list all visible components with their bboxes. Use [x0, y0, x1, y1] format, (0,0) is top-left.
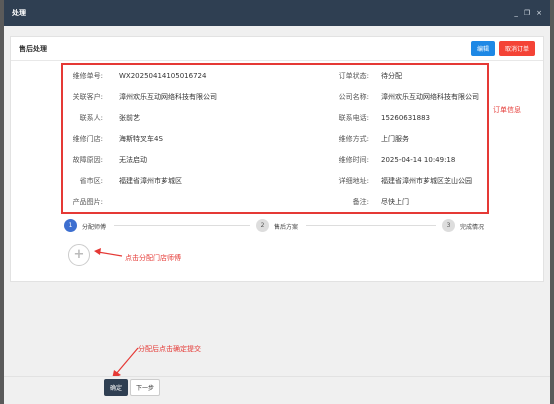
info-row: 省市区: 福建省漳州市芗城区 详细地址: 福建省漳州市芗城区芝山公园 [63, 170, 487, 192]
assign-technician-annotation: 点击分配门店师傅 [125, 254, 181, 262]
info-value: 漳州欢乐互动网络科技有限公司 [381, 93, 479, 101]
info-value: WX20250414105016724 [119, 72, 207, 80]
submit-annotation: 分配后点击确定提交 [138, 345, 201, 353]
info-value: 福建省漳州市芗城区 [119, 177, 182, 185]
annotation-arrow-icon [94, 248, 123, 257]
info-value: 无法启动 [119, 156, 147, 164]
info-value: 海斯特叉车4S [119, 135, 163, 143]
step-divider [306, 225, 436, 226]
add-technician-button[interactable]: + [68, 244, 90, 266]
step-1-circle[interactable]: 1 [64, 219, 77, 232]
info-value: 张前艺 [119, 114, 140, 122]
step-divider [114, 225, 250, 226]
step-3-label: 完成情况 [460, 224, 485, 231]
info-label: 联系电话: [338, 114, 369, 122]
info-row: 产品图片: 备注: 尽快上门 [63, 191, 487, 213]
info-label: 维修单号: [72, 72, 103, 80]
info-row: 维修单号: WX20250414105016724 订单状态: 待分配 [63, 65, 487, 87]
info-label: 产品图片: [72, 198, 103, 206]
info-label: 省市区: [79, 177, 103, 185]
step-2-circle[interactable]: 2 [256, 219, 269, 232]
panel-header: 售后处理 编辑 取消订单 [11, 37, 543, 61]
info-label: 联系人: [79, 114, 103, 122]
step-3-circle[interactable]: 3 [442, 219, 455, 232]
info-label: 备注: [352, 198, 369, 206]
info-label: 维修门店: [72, 135, 103, 143]
info-value: 尽快上门 [381, 198, 409, 206]
edit-button[interactable]: 编辑 [470, 41, 495, 56]
step-2-label: 售后方案 [274, 224, 299, 231]
info-value: 上门服务 [381, 135, 409, 143]
after-sales-panel: 售后处理 编辑 取消订单 维修单号: WX20250414105016724 订… [10, 36, 544, 282]
panel-title: 售后处理 [19, 44, 47, 53]
info-label: 维修方式: [338, 135, 369, 143]
info-label: 维修时间: [338, 156, 369, 164]
annotation-arrow-icon [112, 347, 139, 379]
confirm-button[interactable]: 确定 [104, 379, 129, 396]
info-value: 15260631883 [381, 114, 430, 122]
next-step-button[interactable]: 下一步 [130, 379, 161, 396]
order-info-box: 维修单号: WX20250414105016724 订单状态: 待分配 关联客户… [61, 63, 489, 214]
info-label: 关联客户: [72, 93, 103, 101]
process-dialog: 处理 _ ❐ × 售后处理 编辑 取消订单 维修单号: WX2025041410… [4, 0, 550, 404]
info-value: 2025-04-14 10:49:18 [381, 156, 456, 164]
dialog-footer [4, 376, 550, 404]
info-row: 故障原因: 无法启动 维修时间: 2025-04-14 10:49:18 [63, 149, 487, 171]
info-row: 维修门店: 海斯特叉车4S 维修方式: 上门服务 [63, 128, 487, 150]
step-1-label: 分配师傅 [82, 224, 107, 231]
info-value: 漳州欢乐互动网络科技有限公司 [119, 93, 217, 101]
minimize-icon[interactable]: _ [514, 9, 518, 17]
info-value: 待分配 [381, 72, 402, 80]
dialog-titlebar: 处理 _ ❐ × [4, 0, 550, 26]
cancel-order-button[interactable]: 取消订单 [498, 41, 535, 56]
order-info-annotation: 订单信息 [493, 106, 521, 114]
backdrop-right [550, 0, 554, 404]
step-progress: 1 分配师傅 2 售后方案 3 完成情况 [64, 219, 500, 235]
info-label: 故障原因: [72, 156, 103, 164]
info-label: 公司名称: [338, 93, 369, 101]
close-icon[interactable]: × [536, 9, 542, 17]
info-value: 福建省漳州市芗城区芝山公园 [381, 177, 472, 185]
info-label: 订单状态: [338, 72, 369, 80]
info-row: 联系人: 张前艺 联系电话: 15260631883 [63, 107, 487, 129]
info-row: 关联客户: 漳州欢乐互动网络科技有限公司 公司名称: 漳州欢乐互动网络科技有限公… [63, 86, 487, 108]
dialog-title: 处理 [12, 9, 26, 17]
restore-icon[interactable]: ❐ [524, 9, 530, 17]
info-label: 详细地址: [338, 177, 369, 185]
